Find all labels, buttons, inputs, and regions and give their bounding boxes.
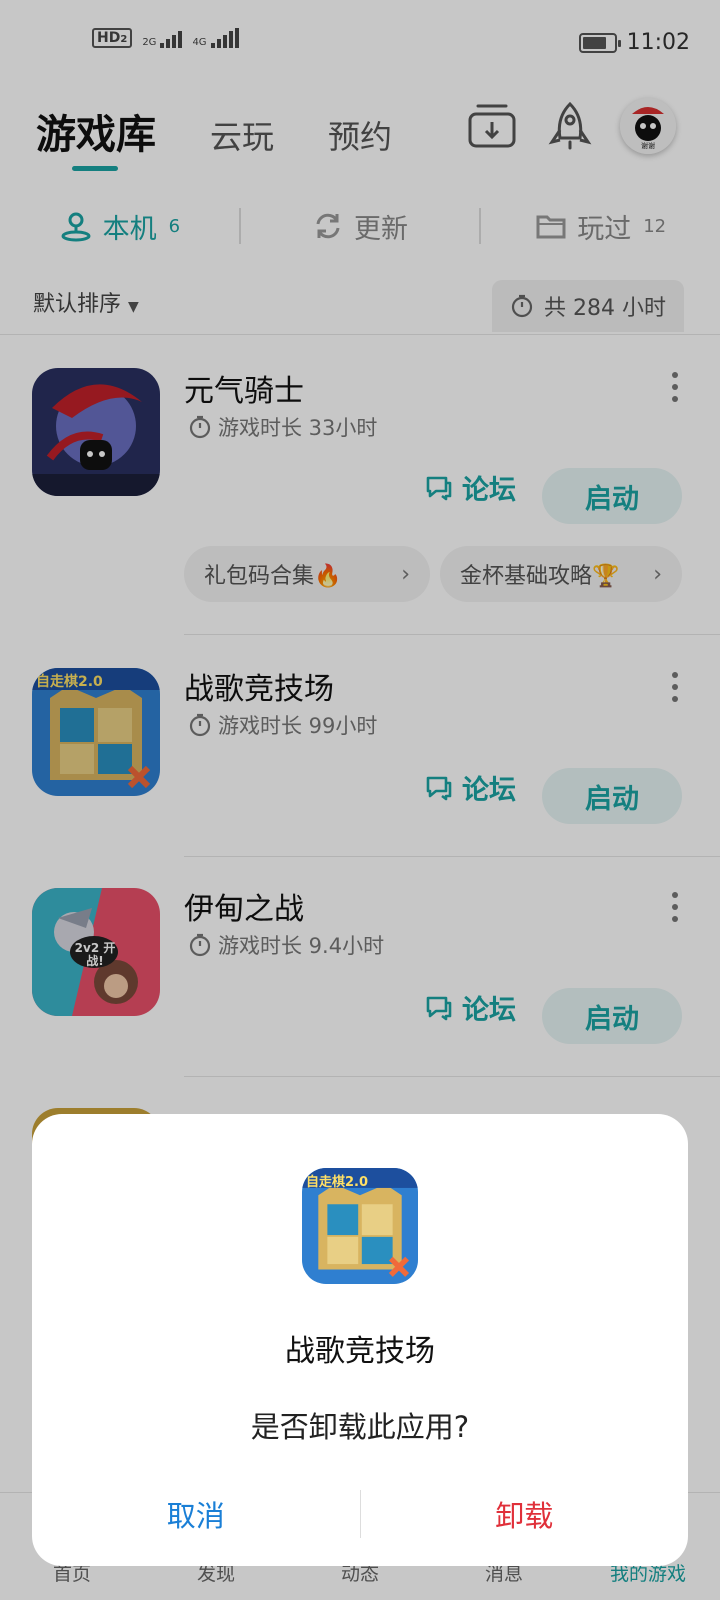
game-library-page: HD2 2G 4G 11:02 游戏库 云玩 预约 谢谢 本机 6 更新 玩过 … xyxy=(0,0,720,1600)
uninstall-dialog: 自走棋2.0 战歌竞技场 是否卸载此应用? 取消 卸载 xyxy=(32,1114,688,1566)
uninstall-button[interactable]: 卸载 xyxy=(361,1493,689,1535)
dialog-title: 战歌竞技场 xyxy=(285,1334,435,1369)
dialog-buttons: 取消 卸载 xyxy=(32,1486,688,1542)
dialog-message: 是否卸载此应用? xyxy=(250,1410,470,1444)
dialog-app-icon: 自走棋2.0 xyxy=(302,1168,418,1284)
cancel-button[interactable]: 取消 xyxy=(32,1493,360,1535)
dialog-icon-badge: 自走棋2.0 xyxy=(306,1175,369,1190)
